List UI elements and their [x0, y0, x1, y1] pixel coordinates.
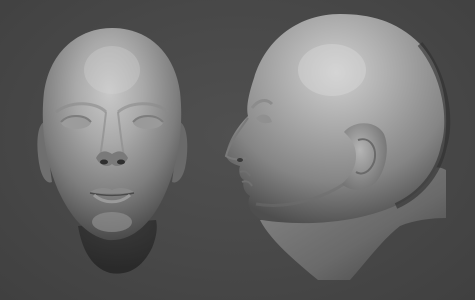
front-chin — [92, 212, 132, 232]
side-view-head — [224, 14, 451, 280]
front-right-nostril — [117, 159, 125, 165]
front-right-eye — [133, 115, 163, 129]
side-cranium-highlight — [298, 44, 366, 96]
front-view-head — [37, 28, 188, 274]
front-forehead-highlight — [84, 46, 140, 94]
front-left-nostril — [100, 159, 108, 165]
sculpt-render — [37, 14, 451, 280]
viewport — [0, 0, 475, 300]
side-nostril — [237, 158, 243, 162]
front-left-eye — [61, 115, 91, 129]
